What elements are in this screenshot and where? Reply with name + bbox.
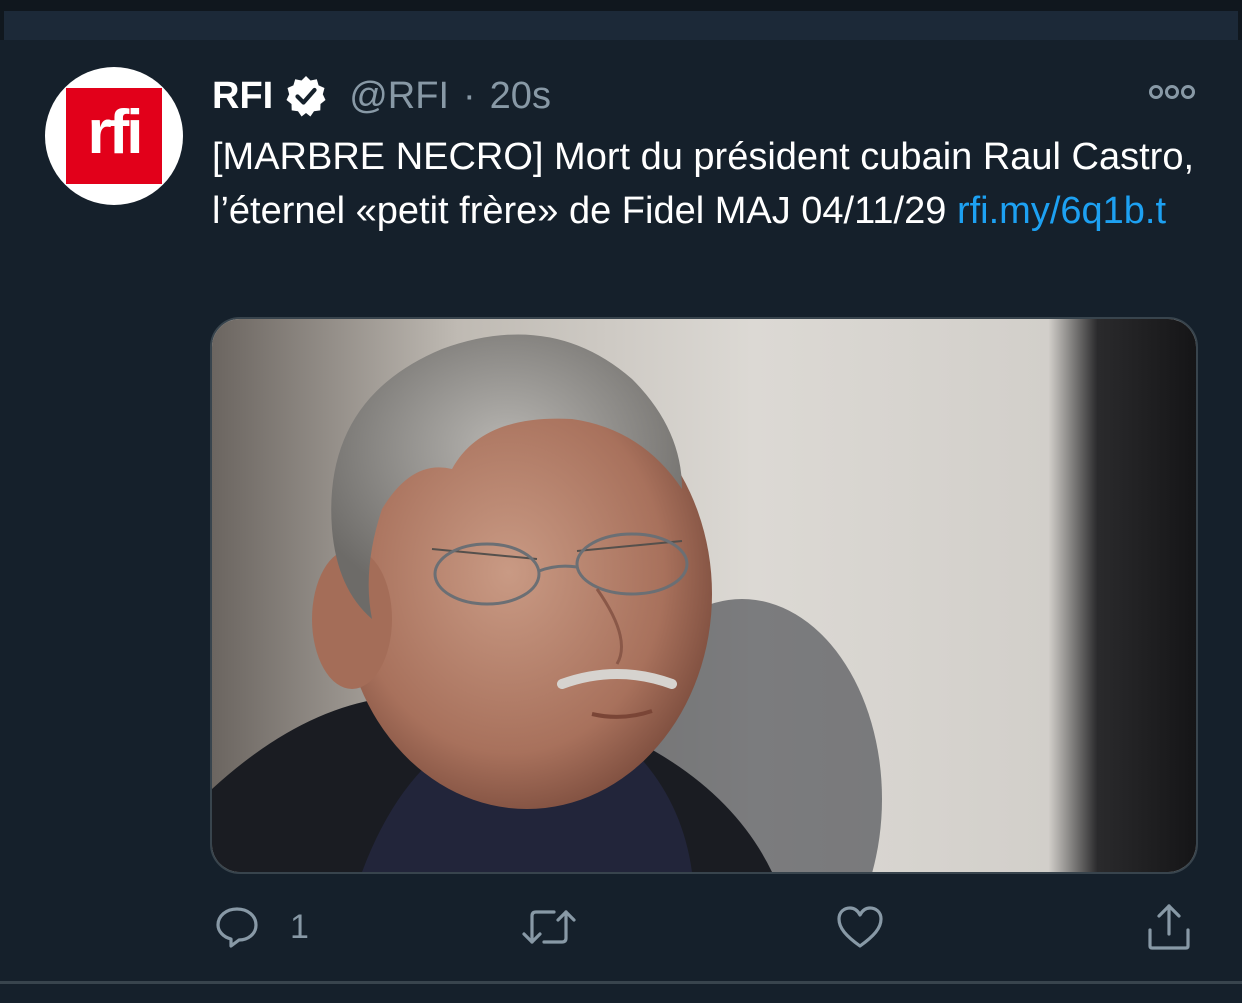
header-separator: ·	[463, 74, 476, 117]
verified-badge-icon	[283, 73, 329, 119]
top-bar-strip	[4, 11, 1238, 40]
rfi-logo-text: rfi	[87, 98, 144, 167]
display-name[interactable]: RFI	[212, 75, 273, 118]
user-handle[interactable]: @RFI	[349, 75, 449, 118]
tweet-divider	[0, 981, 1242, 984]
retweet-button[interactable]	[522, 895, 576, 959]
app-frame: rfi RFI @RFI · 20s [MARBRE NECRO] Mort d…	[0, 0, 1242, 1003]
avatar[interactable]: rfi	[45, 67, 183, 205]
tweet-media-photo[interactable]	[210, 317, 1198, 874]
like-button[interactable]	[836, 895, 884, 959]
tweet-link[interactable]: rfi.my/6q1b.t	[957, 190, 1166, 232]
rfi-logo: rfi	[66, 88, 162, 184]
reply-icon	[214, 904, 260, 950]
reply-count: 1	[290, 907, 309, 946]
portrait-photo	[212, 319, 1196, 872]
share-icon	[1146, 902, 1192, 952]
timestamp[interactable]: 20s	[490, 75, 551, 118]
tweet-text: [MARBRE NECRO] Mort du président cubain …	[212, 130, 1202, 238]
more-options-icon[interactable]	[1148, 82, 1196, 102]
like-icon	[836, 904, 884, 950]
tweet-header: RFI @RFI · 20s	[212, 72, 551, 120]
retweet-icon	[522, 904, 576, 950]
share-button[interactable]	[1146, 895, 1192, 959]
reply-button[interactable]: 1	[214, 895, 309, 959]
top-bar	[0, 0, 1242, 40]
tweet-actions: 1	[0, 895, 1242, 959]
